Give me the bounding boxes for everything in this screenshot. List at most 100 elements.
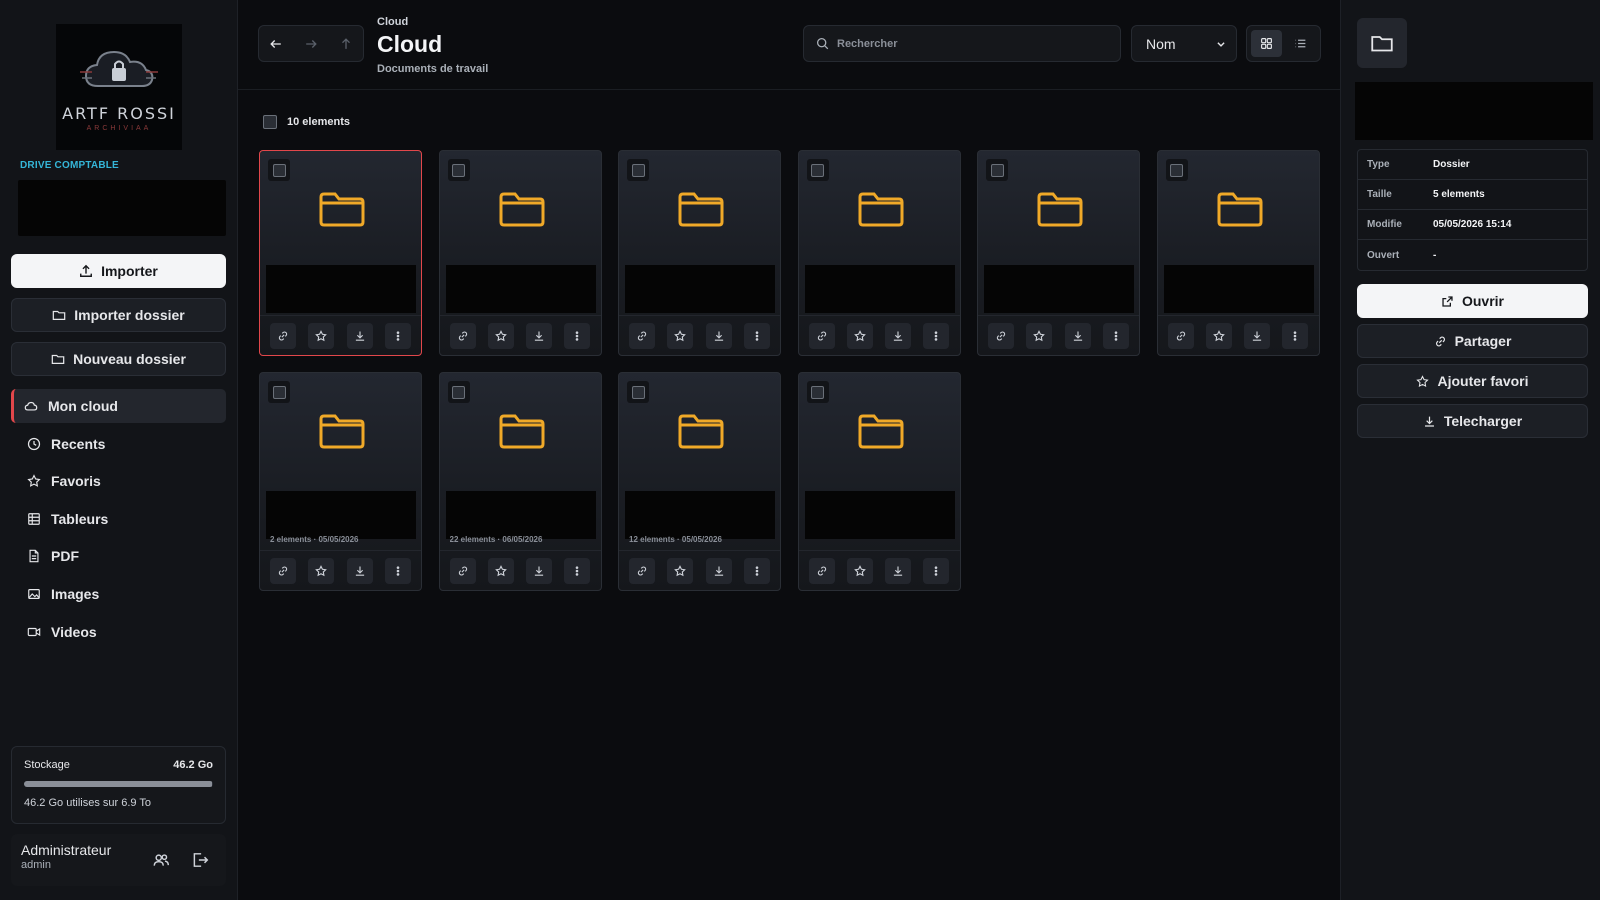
share-link-button[interactable] <box>808 322 835 349</box>
image-icon <box>28 589 40 599</box>
download-button[interactable] <box>885 557 912 584</box>
more-options-button[interactable] <box>1282 322 1309 349</box>
sidebar-item-tableurs[interactable]: Tableurs <box>11 502 226 536</box>
more-options-button[interactable] <box>1102 322 1129 349</box>
download-button[interactable] <box>526 557 553 584</box>
search-input[interactable] <box>837 37 1107 50</box>
details-row-opened: Ouvert - <box>1358 240 1587 270</box>
favorite-button[interactable] <box>846 322 873 349</box>
import-button[interactable]: Importer <box>11 254 226 288</box>
folder-card-checkbox[interactable] <box>447 159 470 181</box>
folder-card-checkbox[interactable] <box>447 381 470 403</box>
open-button[interactable]: Ouvrir <box>1357 284 1588 318</box>
favorite-button[interactable] <box>308 322 335 349</box>
download-button[interactable] <box>346 322 373 349</box>
share-link-button[interactable] <box>449 557 476 584</box>
folder-card-checkbox[interactable] <box>806 159 829 181</box>
file-icon <box>29 550 39 563</box>
folder-card[interactable] <box>797 150 961 356</box>
checkbox[interactable] <box>811 385 824 399</box>
more-options-button[interactable] <box>743 557 770 584</box>
favorite-button[interactable] <box>846 557 873 584</box>
checkbox[interactable] <box>452 163 465 177</box>
sidebar-item-recents[interactable]: Recents <box>11 427 226 461</box>
folder-card[interactable] <box>618 150 781 356</box>
share-link-button[interactable] <box>629 557 656 584</box>
folder-card[interactable] <box>1156 150 1320 356</box>
folder-card[interactable]: 12 elements · 05/05/2026 <box>618 372 781 591</box>
download-button[interactable] <box>885 322 912 349</box>
checkbox[interactable] <box>272 385 286 399</box>
more-options-button[interactable] <box>384 557 411 584</box>
folder-card-checkbox[interactable] <box>268 381 290 403</box>
breadcrumb[interactable]: Cloud <box>377 16 408 28</box>
favorite-button[interactable] <box>487 557 514 584</box>
checkbox[interactable] <box>452 385 465 399</box>
folder-card[interactable] <box>977 150 1140 356</box>
sidebar-item-pdf[interactable]: PDF <box>11 539 226 573</box>
forward-arrow-icon[interactable] <box>304 37 318 51</box>
more-options-button[interactable] <box>564 557 591 584</box>
folder-card[interactable] <box>797 372 961 591</box>
sidebar-item-videos[interactable]: Videos <box>11 615 226 649</box>
share-link-button[interactable] <box>449 322 476 349</box>
grid-view-button[interactable] <box>1251 30 1282 57</box>
sidebar-item-images[interactable]: Images <box>11 577 226 611</box>
favorite-button[interactable] <box>487 322 514 349</box>
favorite-button[interactable] <box>1026 322 1053 349</box>
folder-card[interactable]: 22 elements · 06/05/2026 <box>438 372 602 591</box>
download-button[interactable] <box>1064 322 1091 349</box>
new-folder-button[interactable]: Nouveau dossier <box>11 342 226 376</box>
more-options-button[interactable] <box>923 322 950 349</box>
favorite-button[interactable] <box>667 322 694 349</box>
checkbox[interactable] <box>1170 163 1183 177</box>
download-button[interactable] <box>346 557 373 584</box>
sort-select[interactable]: Nom <box>1131 25 1237 62</box>
import-folder-button[interactable]: Importer dossier <box>11 298 226 332</box>
folder-card[interactable] <box>438 150 602 356</box>
download-button[interactable] <box>1244 322 1271 349</box>
share-link-button[interactable] <box>988 322 1015 349</box>
checkbox[interactable] <box>631 385 645 399</box>
folder-card[interactable] <box>259 150 422 356</box>
select-all-checkbox[interactable] <box>263 115 277 129</box>
share-link-button[interactable] <box>629 322 656 349</box>
checkbox[interactable] <box>631 163 645 177</box>
folder-card-checkbox[interactable] <box>1165 159 1188 181</box>
logout-icon[interactable] <box>191 851 209 869</box>
share-link-button[interactable] <box>270 557 297 584</box>
sidebar-item-mon-cloud[interactable]: Mon cloud <box>11 389 226 423</box>
folder-card-checkbox[interactable] <box>627 159 649 181</box>
add-favorite-button[interactable]: Ajouter favori <box>1357 364 1588 398</box>
share-link-button[interactable] <box>1167 322 1194 349</box>
folder-card-checkbox[interactable] <box>627 381 649 403</box>
details-key: Taille <box>1367 189 1392 200</box>
checkbox[interactable] <box>990 163 1004 177</box>
folder-card-checkbox[interactable] <box>806 381 829 403</box>
list-view-button[interactable] <box>1286 30 1317 57</box>
download-button[interactable]: Telecharger <box>1357 404 1588 438</box>
up-arrow-icon[interactable] <box>339 37 353 51</box>
share-button[interactable]: Partager <box>1357 324 1588 358</box>
more-options-button[interactable] <box>564 322 591 349</box>
share-link-button[interactable] <box>270 322 297 349</box>
download-button[interactable] <box>705 322 732 349</box>
back-arrow-icon[interactable] <box>269 37 283 51</box>
folder-card[interactable]: 2 elements · 05/05/2026 <box>259 372 422 591</box>
favorite-button[interactable] <box>308 557 335 584</box>
favorite-button[interactable] <box>667 557 694 584</box>
more-options-button[interactable] <box>384 322 411 349</box>
sidebar-item-favoris[interactable]: Favoris <box>11 464 226 498</box>
checkbox[interactable] <box>811 163 824 177</box>
more-options-button[interactable] <box>923 557 950 584</box>
share-link-button[interactable] <box>808 557 835 584</box>
select-all[interactable]: 10 elements <box>263 115 350 129</box>
checkbox[interactable] <box>272 163 286 177</box>
users-icon[interactable] <box>152 851 170 869</box>
more-options-button[interactable] <box>743 322 770 349</box>
download-button[interactable] <box>526 322 553 349</box>
folder-card-checkbox[interactable] <box>986 159 1008 181</box>
favorite-button[interactable] <box>1205 322 1232 349</box>
download-button[interactable] <box>705 557 732 584</box>
folder-card-checkbox[interactable] <box>268 159 290 181</box>
